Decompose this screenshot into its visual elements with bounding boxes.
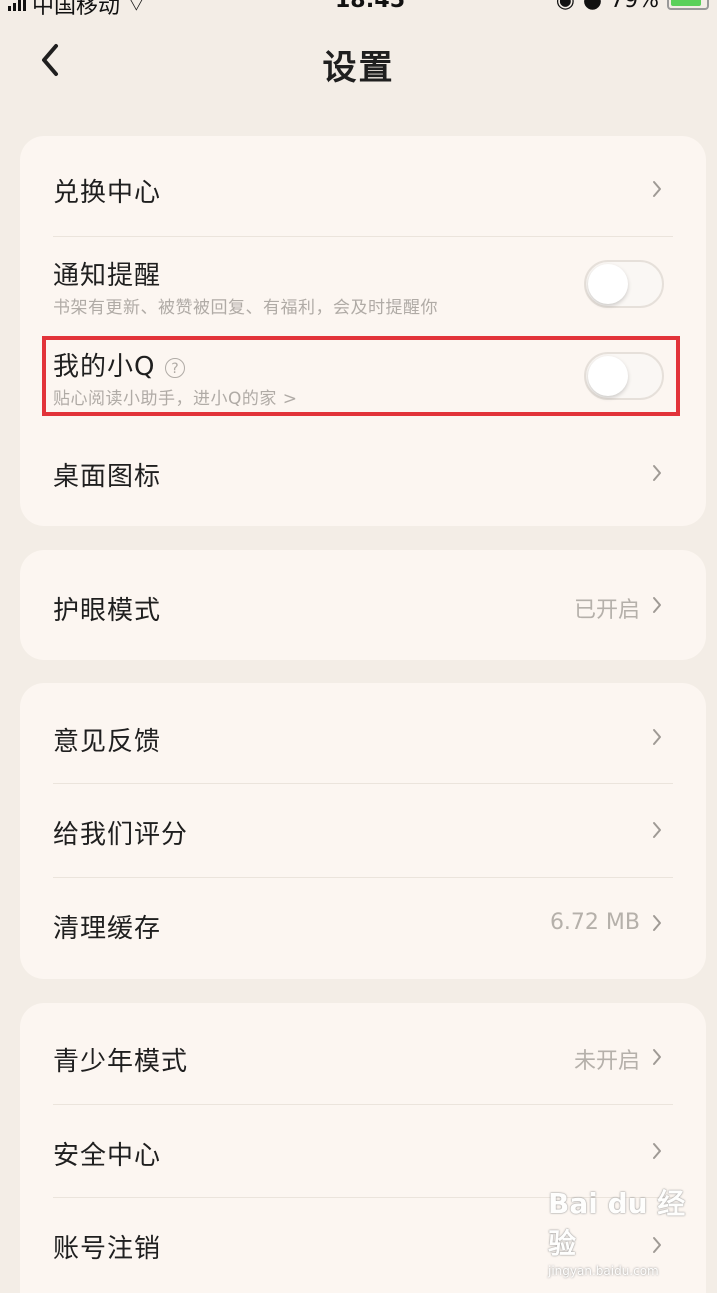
nav-bar: 设置 <box>0 30 717 94</box>
row-my-xiaoq: 我的小Q? 贴心阅读小助手，进小Q的家 > <box>20 332 706 426</box>
clock: 18:45 <box>335 0 406 13</box>
chevron-right-icon <box>653 181 661 197</box>
row-subtitle: 书架有更新、被赞被回复、有福利，会及时提醒你 <box>53 298 438 318</box>
row-label: 账号注销 <box>53 1234 162 1264</box>
chevron-right-icon <box>653 1143 661 1159</box>
chevron-right-icon <box>653 915 661 931</box>
settings-group-1: 兑换中心 通知提醒 书架有更新、被赞被回复、有福利，会及时提醒你 我的小Q? 贴… <box>20 136 706 526</box>
watermark-main: Bai du 经验 <box>548 1187 686 1260</box>
row-label: 意见反馈 <box>53 727 162 757</box>
battery-icon <box>667 0 709 10</box>
watermark-url: jingyan.baidu.com <box>548 1264 659 1278</box>
row-notification: 通知提醒 书架有更新、被赞被回复、有福利，会及时提醒你 <box>20 237 706 332</box>
signal-icon <box>8 0 26 11</box>
help-icon[interactable]: ? <box>165 357 186 378</box>
row-value: 6.72 MB <box>549 910 640 935</box>
row-feedback[interactable]: 意见反馈 <box>20 683 706 783</box>
carrier-label: 中国移动 <box>32 0 121 19</box>
row-value: 未开启 <box>573 1049 640 1074</box>
row-subtitle-link[interactable]: 贴心阅读小助手，进小Q的家 > <box>53 384 298 409</box>
wifi-icon: ⌔ <box>126 0 147 17</box>
row-desktop-icon[interactable]: 桌面图标 <box>20 426 706 526</box>
status-bar: 中国移动 ⌔ 18:45 ◉ ● 79% <box>0 0 717 19</box>
row-label: 安全中心 <box>53 1141 162 1171</box>
row-clear-cache[interactable]: 清理缓存 6.72 MB <box>20 878 706 979</box>
row-label: 青少年模式 <box>53 1047 189 1077</box>
my-xiaoq-toggle[interactable] <box>584 352 664 400</box>
row-label: 桌面图标 <box>53 462 162 492</box>
row-label: 我的小Q? <box>53 346 186 383</box>
chevron-right-icon <box>653 465 661 481</box>
page-title: 设置 <box>322 48 395 88</box>
row-label: 兑换中心 <box>53 178 162 208</box>
row-label: 给我们评分 <box>53 820 189 850</box>
chevron-right-icon <box>653 1049 661 1065</box>
notification-toggle[interactable] <box>584 260 664 308</box>
alarm-icon: ● <box>582 0 603 13</box>
row-eye-protection[interactable]: 护眼模式 已开启 <box>20 550 706 660</box>
row-redeem-center[interactable]: 兑换中心 <box>20 136 706 236</box>
settings-group-2: 护眼模式 已开启 <box>20 550 706 660</box>
settings-group-3: 意见反馈 给我们评分 清理缓存 6.72 MB <box>20 683 706 979</box>
row-teen-mode[interactable]: 青少年模式 未开启 <box>20 1003 706 1104</box>
row-label: 清理缓存 <box>53 914 162 944</box>
lock-rotation-icon: ◉ <box>555 0 575 13</box>
row-label: 通知提醒 <box>53 261 162 291</box>
row-value: 已开启 <box>573 598 640 623</box>
row-rate-us[interactable]: 给我们评分 <box>20 784 706 877</box>
chevron-right-icon <box>653 729 661 745</box>
battery-percent: 79% <box>610 0 659 13</box>
baidu-jingyan-watermark: Bai du 经验 jingyan.baidu.com <box>548 1182 698 1278</box>
row-label: 护眼模式 <box>53 596 162 626</box>
row-label-text: 我的小Q <box>53 352 156 382</box>
chevron-right-icon <box>653 822 661 838</box>
chevron-right-icon <box>653 597 661 613</box>
